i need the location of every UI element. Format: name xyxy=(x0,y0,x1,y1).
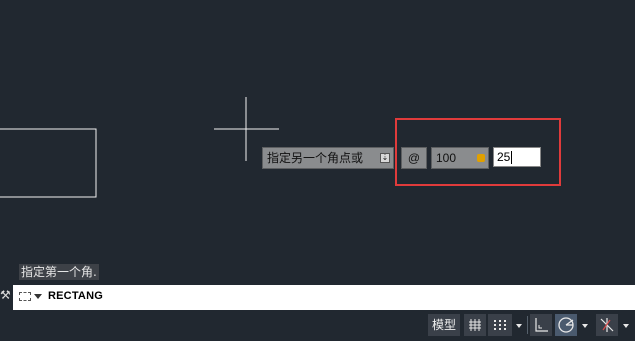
polar-options-dropdown-icon[interactable] xyxy=(582,324,588,328)
ortho-icon xyxy=(535,318,548,332)
isodraft-icon xyxy=(600,318,614,332)
command-select-icon[interactable] xyxy=(19,292,31,301)
rectangle-entity[interactable] xyxy=(0,128,97,198)
grid-button[interactable] xyxy=(464,314,486,336)
command-line[interactable]: RECTANG xyxy=(13,285,635,310)
isodraft-options-dropdown-icon[interactable] xyxy=(623,324,629,328)
status-bar: 模型 xyxy=(0,310,635,339)
snap-dots-icon xyxy=(494,320,506,330)
snap-button[interactable] xyxy=(488,314,512,336)
recent-commands-dropdown-icon[interactable] xyxy=(34,294,42,299)
polar-tracking-icon xyxy=(558,317,574,333)
grid-icon xyxy=(469,319,481,331)
dynamic-input-prompt[interactable]: 指定另一个角点或 ⇣ xyxy=(262,147,394,169)
dynamic-input-prompt-text: 指定另一个角点或 xyxy=(267,151,364,165)
status-separator xyxy=(527,316,528,334)
annotation-highlight-box xyxy=(395,118,561,186)
isodraft-button[interactable] xyxy=(596,314,618,336)
polar-tracking-button[interactable] xyxy=(555,314,577,336)
options-down-icon[interactable]: ⇣ xyxy=(380,153,390,163)
customize-wrench-icon[interactable]: ⚒ xyxy=(0,288,11,306)
command-history-line: 指定第一个角. xyxy=(19,264,99,280)
ortho-button[interactable] xyxy=(530,314,552,336)
current-command-text: RECTANG xyxy=(48,290,103,302)
snap-options-dropdown-icon[interactable] xyxy=(516,324,522,328)
model-space-button[interactable]: 模型 xyxy=(428,314,460,336)
